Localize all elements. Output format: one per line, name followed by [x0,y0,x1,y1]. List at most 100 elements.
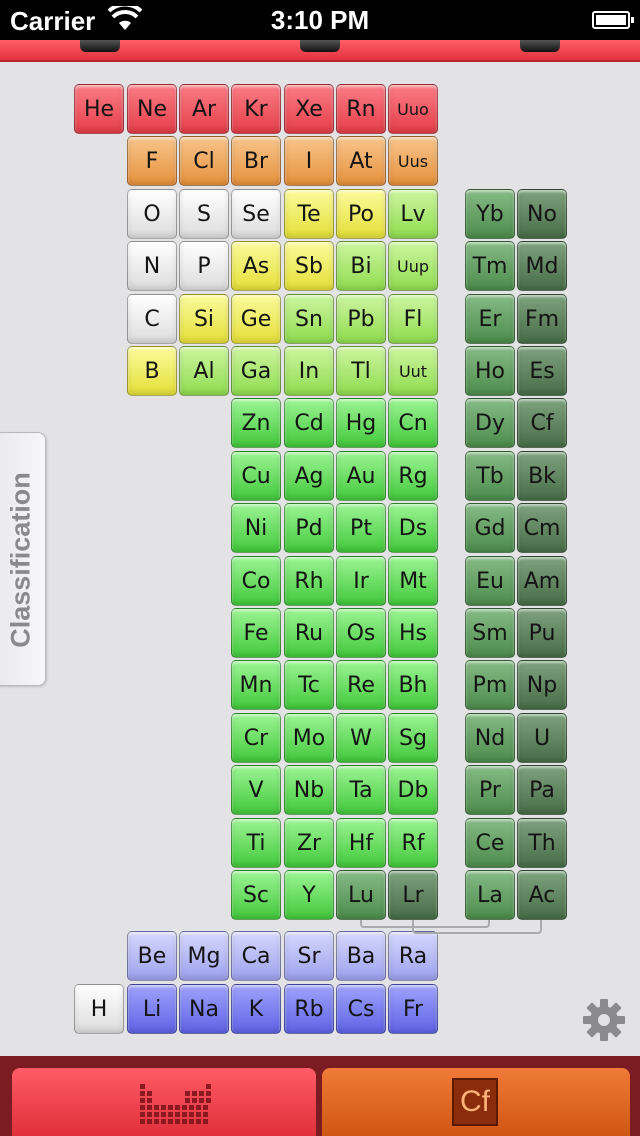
element-os[interactable]: Os [336,608,386,658]
element-u[interactable]: U [517,713,567,763]
element-ge[interactable]: Ge [231,294,281,344]
element-ti[interactable]: Ti [231,818,281,868]
element-yb[interactable]: Yb [465,189,515,239]
element-tc[interactable]: Tc [284,660,334,710]
element-as[interactable]: As [231,241,281,291]
element-dy[interactable]: Dy [465,398,515,448]
element-cr[interactable]: Cr [231,713,281,763]
element-re[interactable]: Re [336,660,386,710]
element-w[interactable]: W [336,713,386,763]
element-al[interactable]: Al [179,346,229,396]
element-hg[interactable]: Hg [336,398,386,448]
element-mo[interactable]: Mo [284,713,334,763]
element-rn[interactable]: Rn [336,84,386,134]
element-y[interactable]: Y [284,870,334,920]
element-er[interactable]: Er [465,294,515,344]
element-s[interactable]: S [179,189,229,239]
element-mt[interactable]: Mt [388,556,438,606]
element-in[interactable]: In [284,346,334,396]
element-tb[interactable]: Tb [465,451,515,501]
table-view-tab[interactable] [12,1068,316,1136]
element-cm[interactable]: Cm [517,503,567,553]
element-b[interactable]: B [127,346,177,396]
element-pu[interactable]: Pu [517,608,567,658]
element-nb[interactable]: Nb [284,765,334,815]
element-uut[interactable]: Uut [388,346,438,396]
element-ru[interactable]: Ru [284,608,334,658]
element-bh[interactable]: Bh [388,660,438,710]
element-view-tab[interactable]: Cf [322,1068,630,1136]
element-tl[interactable]: Tl [336,346,386,396]
element-rg[interactable]: Rg [388,451,438,501]
element-cu[interactable]: Cu [231,451,281,501]
element-pd[interactable]: Pd [284,503,334,553]
element-mg[interactable]: Mg [179,931,229,981]
element-nd[interactable]: Nd [465,713,515,763]
element-lv[interactable]: Lv [388,189,438,239]
element-at[interactable]: At [336,136,386,186]
element-na[interactable]: Na [179,984,229,1034]
element-xe[interactable]: Xe [284,84,334,134]
element-br[interactable]: Br [231,136,281,186]
element-hf[interactable]: Hf [336,818,386,868]
element-gd[interactable]: Gd [465,503,515,553]
element-uus[interactable]: Uus [388,136,438,186]
element-cn[interactable]: Cn [388,398,438,448]
element-k[interactable]: K [231,984,281,1034]
element-ca[interactable]: Ca [231,931,281,981]
element-cf[interactable]: Cf [517,398,567,448]
element-tm[interactable]: Tm [465,241,515,291]
element-ac[interactable]: Ac [517,870,567,920]
element-pa[interactable]: Pa [517,765,567,815]
element-zn[interactable]: Zn [231,398,281,448]
element-se[interactable]: Se [231,189,281,239]
element-pb[interactable]: Pb [336,294,386,344]
element-cd[interactable]: Cd [284,398,334,448]
element-fe[interactable]: Fe [231,608,281,658]
element-o[interactable]: O [127,189,177,239]
element-es[interactable]: Es [517,346,567,396]
element-v[interactable]: V [231,765,281,815]
element-ra[interactable]: Ra [388,931,438,981]
element-h[interactable]: H [74,984,124,1034]
element-zr[interactable]: Zr [284,818,334,868]
element-am[interactable]: Am [517,556,567,606]
element-th[interactable]: Th [517,818,567,868]
element-te[interactable]: Te [284,189,334,239]
element-sg[interactable]: Sg [388,713,438,763]
element-hs[interactable]: Hs [388,608,438,658]
element-p[interactable]: P [179,241,229,291]
element-ds[interactable]: Ds [388,503,438,553]
element-ir[interactable]: Ir [336,556,386,606]
element-ta[interactable]: Ta [336,765,386,815]
element-f[interactable]: F [127,136,177,186]
element-n[interactable]: N [127,241,177,291]
element-he[interactable]: He [74,84,124,134]
element-sc[interactable]: Sc [231,870,281,920]
element-po[interactable]: Po [336,189,386,239]
element-kr[interactable]: Kr [231,84,281,134]
element-uup[interactable]: Uup [388,241,438,291]
element-bk[interactable]: Bk [517,451,567,501]
element-la[interactable]: La [465,870,515,920]
element-ar[interactable]: Ar [179,84,229,134]
element-bi[interactable]: Bi [336,241,386,291]
element-no[interactable]: No [517,189,567,239]
element-md[interactable]: Md [517,241,567,291]
element-sb[interactable]: Sb [284,241,334,291]
element-fl[interactable]: Fl [388,294,438,344]
element-i[interactable]: I [284,136,334,186]
element-ba[interactable]: Ba [336,931,386,981]
element-pt[interactable]: Pt [336,503,386,553]
element-ce[interactable]: Ce [465,818,515,868]
element-pr[interactable]: Pr [465,765,515,815]
element-ne[interactable]: Ne [127,84,177,134]
element-ni[interactable]: Ni [231,503,281,553]
element-db[interactable]: Db [388,765,438,815]
element-ho[interactable]: Ho [465,346,515,396]
element-mn[interactable]: Mn [231,660,281,710]
element-au[interactable]: Au [336,451,386,501]
element-si[interactable]: Si [179,294,229,344]
element-sn[interactable]: Sn [284,294,334,344]
classification-tab[interactable]: Classification [0,432,46,686]
